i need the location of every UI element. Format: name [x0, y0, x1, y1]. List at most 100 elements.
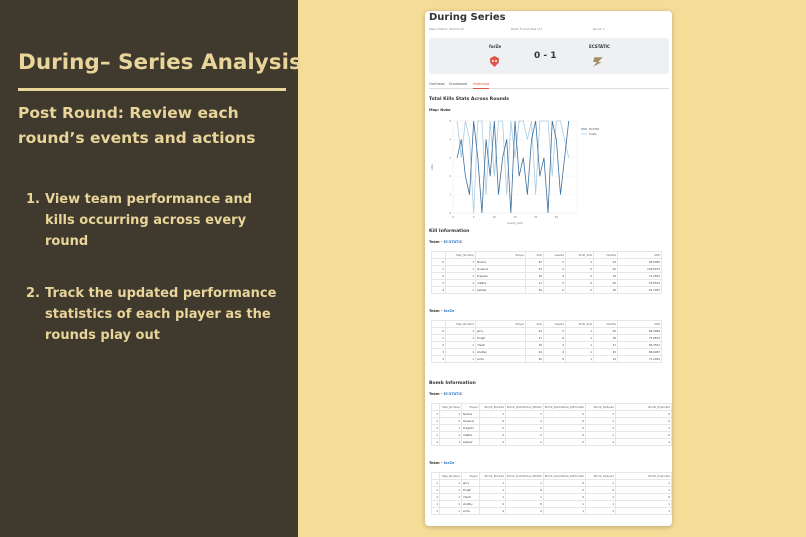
- table-cell: 1: [438, 493, 462, 501]
- table-row: 3 1 shalfey 24 9 1 15 86.6087: [431, 348, 662, 356]
- table-cell: 0: [504, 424, 544, 432]
- legend-label: ECSTATIC: [589, 127, 599, 131]
- table-cell: 1: [478, 493, 506, 501]
- column-header[interactable]: Player: [475, 320, 526, 328]
- column-header[interactable]: Bomb_DamStatus_WithoutAll: [542, 403, 587, 411]
- table-cell: 4: [431, 286, 446, 294]
- column-header[interactable]: Player: [475, 251, 526, 259]
- column-header[interactable]: [431, 320, 446, 328]
- table-cell: 20: [593, 279, 618, 287]
- table-header: Map_Number Player Bomb_Planted Bomb_DamStat…: [431, 472, 672, 480]
- table-row: 1 1 FinigE 17 8 1 18 75.8533: [431, 334, 662, 342]
- column-header[interactable]: Bomb_DamStatus_WithAll: [504, 403, 544, 411]
- table-cell: 11: [525, 279, 544, 287]
- table-cell: kraghen: [460, 424, 480, 432]
- table-cell: 1: [565, 341, 594, 349]
- table-cell: 8: [543, 355, 566, 363]
- table-cell: 22: [525, 258, 544, 266]
- table-row: 3 1 maNkz 11 5 0 20 55.8533: [431, 279, 662, 287]
- column-header[interactable]: Bomb_Exploded: [615, 403, 672, 411]
- column-header[interactable]: Multi_Kills: [565, 251, 594, 259]
- column-header[interactable]: ADR: [617, 251, 662, 259]
- slide-panel: During– Series Analysis Post Round: Revi…: [0, 0, 302, 537]
- table-cell: 1: [438, 410, 462, 418]
- table-cell: 3: [431, 279, 446, 287]
- legend-label: forZe: [589, 132, 597, 136]
- column-header[interactable]: [431, 251, 446, 259]
- table-cell: 17: [525, 334, 544, 342]
- table-cell: 0: [542, 417, 587, 425]
- column-header[interactable]: Map_Number: [438, 403, 462, 411]
- column-header[interactable]: Map_Number: [445, 320, 476, 328]
- column-header[interactable]: Kills: [525, 251, 544, 259]
- table-cell: 23: [525, 265, 544, 273]
- table-cell: 9: [543, 348, 566, 356]
- table-cell: 1: [431, 431, 440, 439]
- column-header[interactable]: Bomb_Exploded: [615, 472, 672, 480]
- x-tick-label: 0: [452, 215, 454, 219]
- table-cell: 1: [615, 424, 672, 432]
- column-header[interactable]: Bomb_Planted: [478, 472, 506, 480]
- table-cell: 1: [565, 327, 594, 335]
- table-cell: 1: [615, 486, 672, 494]
- table-cell: 0: [565, 272, 594, 280]
- column-header[interactable]: ADR: [617, 320, 662, 328]
- tab-scoreboard[interactable]: Scoreboard: [449, 82, 467, 89]
- column-header[interactable]: Bomb_Defused: [585, 472, 616, 480]
- table-cell: 0: [585, 486, 616, 494]
- column-header[interactable]: Bomb_Defused: [585, 403, 616, 411]
- table-cell: 1: [431, 479, 440, 487]
- table-cell: 2: [565, 258, 594, 266]
- table-cell: 0: [431, 327, 446, 335]
- tab-heatmaps[interactable]: Heatmaps: [473, 82, 490, 89]
- column-header[interactable]: Player: [460, 403, 480, 411]
- table-cell: 1: [478, 479, 506, 487]
- table-cell: salazar: [475, 286, 526, 294]
- table-cell: Jerry: [475, 327, 526, 335]
- kills-chart: 0 1 2 3 4 5 0 5 10 15 20 25 round_num kills ECSTATICfo…: [429, 115, 602, 235]
- forze-logo-icon: [490, 56, 499, 67]
- table-cell: 24: [525, 327, 544, 335]
- table-cell: 2: [431, 272, 446, 280]
- table-cell: 1: [615, 438, 672, 446]
- bullet-number: 1.: [26, 192, 40, 207]
- column-header[interactable]: Map_Number: [438, 472, 462, 480]
- bullet-item: 2. Track the updated performance statist…: [26, 283, 286, 346]
- column-header[interactable]: Player: [460, 472, 480, 480]
- column-header[interactable]: Assists: [543, 251, 566, 259]
- y-tick-label: 5: [449, 119, 451, 123]
- table-cell: 20: [525, 355, 544, 363]
- column-header[interactable]: Deaths: [593, 320, 618, 328]
- table-row: 1 1 Jerry 1 1 0 1 1: [431, 479, 672, 487]
- table-cell: 2: [543, 265, 566, 273]
- table-cell: 17: [593, 341, 618, 349]
- column-header[interactable]: Bomb_DamStatus_WithoutAll: [542, 472, 587, 480]
- table-cell: maNkz: [460, 431, 480, 439]
- column-header[interactable]: Bomb_Planted: [478, 403, 506, 411]
- column-header[interactable]: Kills: [525, 320, 544, 328]
- table-cell: 2: [478, 424, 506, 432]
- table-cell: 1: [431, 334, 446, 342]
- table-cell: 0: [542, 486, 587, 494]
- table-cell: 4: [478, 500, 506, 508]
- map-label: Map: Nuke: [429, 108, 451, 112]
- table-cell: 1: [431, 493, 440, 501]
- table-cell: 0: [542, 431, 587, 439]
- table-cell: 4: [543, 341, 566, 349]
- column-header[interactable]: Map_Number: [445, 251, 476, 259]
- table-cell: 0: [542, 438, 587, 446]
- column-header[interactable]: Assists: [543, 320, 566, 328]
- table-cell: FinigE: [460, 486, 480, 494]
- table-cell: 1: [585, 431, 616, 439]
- table-cell: 55.8533: [617, 279, 662, 287]
- column-header[interactable]: Bomb_DamStatus_WithAll: [504, 472, 544, 480]
- table-cell: 15: [593, 348, 618, 356]
- x-tick-label: 10: [493, 215, 497, 219]
- column-header[interactable]: Deaths: [593, 251, 618, 259]
- tab-overhead[interactable]: Overhead: [429, 82, 445, 89]
- table-cell: 61.7467: [617, 286, 662, 294]
- table-cell: 0: [542, 493, 587, 501]
- match-score: 0 - 1: [534, 51, 557, 61]
- column-header[interactable]: Multi_Kills: [565, 320, 594, 328]
- table-cell: 1: [565, 334, 594, 342]
